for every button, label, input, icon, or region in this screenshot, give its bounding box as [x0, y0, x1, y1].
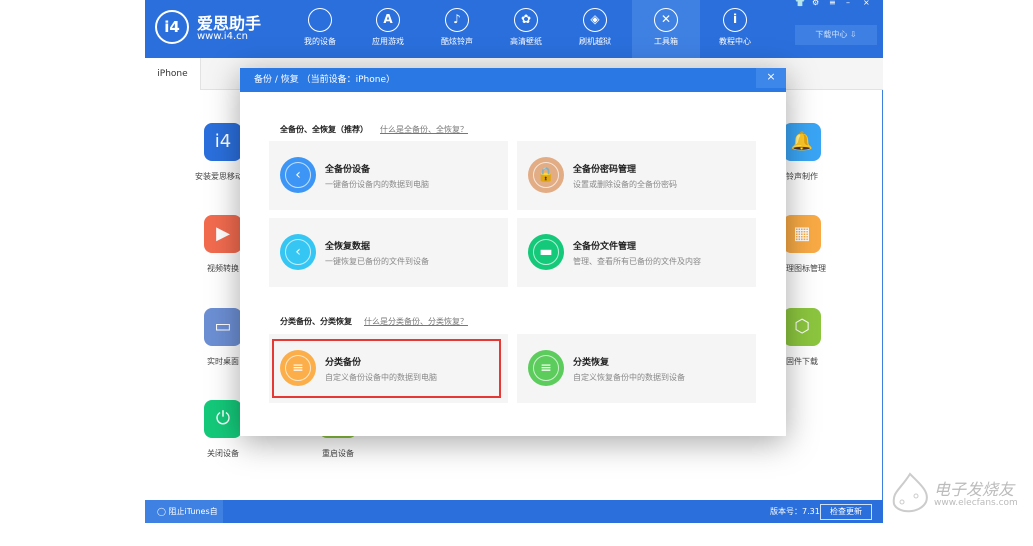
help-link[interactable]: 什么是分类备份、分类恢复？	[364, 317, 468, 326]
backup-icon: ‹	[280, 157, 316, 193]
cube-icon: ⬡	[783, 308, 821, 346]
card-title: 全备份设备	[325, 165, 371, 175]
header: i4 爱思助手 www.i4.cn 我的设备 A 应用游戏 ♪ 酷炫铃声 ✿ 高清壁纸 ◈ 刷机…	[145, 0, 883, 58]
watermark: 电子发烧友 www.elecfans.com	[890, 470, 1018, 518]
nav-item-3[interactable]: ✿ 高清壁纸	[492, 0, 560, 58]
nav-label: 高清壁纸	[510, 37, 542, 46]
footer: ◯ 阻止iTunes自动运行 版本号：7.31 检查更新	[145, 500, 883, 539]
card-desc: 一键备份设备内的数据到电脑	[325, 180, 429, 189]
grid-icon: ▦	[783, 215, 821, 253]
nav-item-4[interactable]: ◈ 刷机越狱	[561, 0, 629, 58]
tab-iphone[interactable]: iPhone	[145, 58, 201, 90]
dialog-title: 备份 / 恢复 （当前设备：iPhone）	[240, 68, 786, 92]
watermark-name: 电子发烧友	[934, 480, 1015, 499]
nav-label: 工具箱	[654, 37, 678, 46]
card-desc: 管理、查看所有已备份的文件及内容	[573, 257, 701, 266]
nav-label: 教程中心	[719, 37, 751, 46]
nav-item-6[interactable]: i 教程中心	[701, 0, 769, 58]
flower-icon: ✿	[514, 8, 538, 32]
app-label: 固件下载	[786, 357, 818, 366]
nav-item-1[interactable]: A 应用游戏	[354, 0, 422, 58]
bell-plus-icon: 🔔	[783, 123, 821, 161]
section-label: 分类备份、分类恢复	[280, 317, 352, 326]
watermark-url: www.elecfans.com	[934, 498, 1018, 508]
app-label: 铃声制作	[786, 172, 818, 181]
card-desc: 一键恢复已备份的文件到设备	[325, 257, 429, 266]
i4-logo: i4	[155, 10, 189, 44]
card-title: 全备份文件管理	[573, 242, 637, 252]
download-center-button[interactable]: 下载中心 ⇩	[795, 25, 877, 45]
help-link[interactable]: 什么是全备份、全恢复？	[380, 125, 468, 134]
minimize-icon[interactable]: –	[846, 0, 850, 7]
apple-icon	[308, 8, 332, 32]
app-label: 重启设备	[322, 449, 354, 458]
card-desc: 自定义恢复备份中的数据到设备	[573, 373, 685, 382]
highlight-box	[272, 339, 501, 398]
close-button[interactable]: ×	[756, 68, 786, 88]
category-restore-icon: ≡	[528, 350, 564, 386]
app-label: 视频转换	[207, 264, 239, 273]
card-title: 分类恢复	[573, 358, 610, 368]
card-title: 全恢复数据	[325, 242, 371, 252]
monitor-icon: ▭	[204, 308, 242, 346]
lock-icon: 🔒	[528, 157, 564, 193]
block-itunes-toggle[interactable]: ◯ 阻止iTunes自动运行	[145, 500, 223, 539]
restore-icon: ‹	[280, 234, 316, 270]
card-title: 全备份密码管理	[573, 165, 637, 175]
card-desc: 设置或删除设备的全备份密码	[573, 180, 677, 189]
close-icon[interactable]: ×	[863, 0, 870, 7]
nav-item-0[interactable]: 我的设备	[286, 0, 354, 58]
nav-label: 应用游戏	[372, 37, 404, 46]
app-label: 实时桌面	[207, 357, 239, 366]
watermark-logo-icon	[892, 472, 928, 513]
app-label: 关闭设备	[207, 449, 239, 458]
nav-item-2[interactable]: ♪ 酷炫铃声	[423, 0, 491, 58]
app-store-icon: A	[376, 8, 400, 32]
option-card[interactable]: 🔒 全备份密码管理设置或删除设备的全备份密码	[517, 141, 756, 210]
nav-label: 我的设备	[304, 37, 336, 46]
info-icon: i	[723, 8, 747, 32]
check-update-button[interactable]: 检查更新	[820, 504, 872, 520]
nav-item-5[interactable]: ✕ 工具箱	[632, 0, 700, 58]
box-icon: ◈	[583, 8, 607, 32]
section-full-backup: 全备份、全恢复（推荐） 什么是全备份、全恢复？	[280, 124, 468, 135]
section-category-backup: 分类备份、分类恢复 什么是分类备份、分类恢复？	[280, 316, 468, 327]
nav-label: 酷炫铃声	[441, 37, 473, 46]
brand-url: www.i4.cn	[197, 31, 248, 42]
section-label: 全备份、全恢复（推荐）	[280, 125, 368, 134]
settings-icon[interactable]: ⚙	[812, 0, 819, 7]
option-card[interactable]: ‹ 全备份设备一键备份设备内的数据到电脑	[269, 141, 508, 210]
skin-icon[interactable]: 👕	[795, 0, 805, 7]
option-card[interactable]: ▬ 全备份文件管理管理、查看所有已备份的文件及内容	[517, 218, 756, 287]
version-label: 版本号：7.31	[770, 507, 820, 516]
play-icon: ▶	[204, 215, 242, 253]
tools-icon: ✕	[654, 8, 678, 32]
bell-icon: ♪	[445, 8, 469, 32]
menu-icon[interactable]: ≡	[829, 0, 836, 7]
nav-label: 刷机越狱	[579, 37, 611, 46]
i4-icon: i4	[204, 123, 242, 161]
power-icon: ⏻	[204, 400, 242, 438]
option-card[interactable]: ≡ 分类恢复自定义恢复备份中的数据到设备	[517, 334, 756, 403]
folder-icon: ▬	[528, 234, 564, 270]
option-card[interactable]: ‹ 全恢复数据一键恢复已备份的文件到设备	[269, 218, 508, 287]
